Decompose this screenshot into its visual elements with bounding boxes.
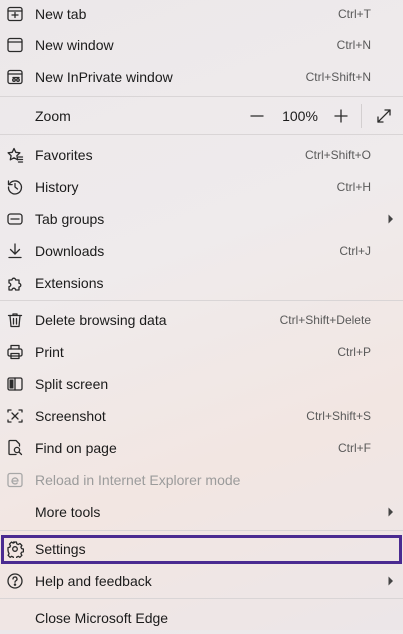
new-window-icon	[6, 36, 24, 54]
menu-label: New window	[35, 37, 114, 53]
tab-groups-icon	[6, 210, 24, 228]
menu-label: New tab	[35, 6, 87, 22]
menu-shortcut: Ctrl+F	[338, 441, 371, 455]
menu-item-screenshot[interactable]: Screenshot Ctrl+Shift+S	[0, 400, 403, 432]
menu-item-extensions[interactable]: Extensions	[0, 267, 403, 299]
browser-menu: New tab Ctrl+T New window Ctrl+N New InP…	[0, 0, 403, 630]
menu-label: History	[35, 179, 79, 195]
menu-shortcut: Ctrl+N	[336, 38, 371, 52]
menu-item-new-inprivate-window[interactable]: New InPrivate window Ctrl+Shift+N	[0, 61, 403, 93]
menu-label: Split screen	[35, 376, 109, 392]
menu-label: Delete browsing data	[35, 312, 167, 328]
inprivate-window-icon	[6, 68, 24, 86]
chevron-right-icon	[388, 214, 393, 224]
menu-item-reload-ie-mode: Reload in Internet Explorer mode	[0, 464, 403, 496]
menu-shortcut: Ctrl+Shift+S	[306, 409, 371, 423]
minus-icon	[250, 115, 264, 117]
menu-shortcut: Ctrl+H	[336, 180, 371, 194]
menu-item-history[interactable]: History Ctrl+H	[0, 171, 403, 203]
download-icon	[6, 242, 24, 260]
menu-label: New InPrivate window	[35, 69, 173, 85]
menu-shortcut: Ctrl+Shift+O	[304, 148, 371, 162]
zoom-divider	[361, 104, 362, 128]
favorites-star-icon	[6, 146, 24, 164]
menu-item-downloads[interactable]: Downloads Ctrl+J	[0, 235, 403, 267]
menu-label: Favorites	[35, 147, 93, 163]
new-tab-icon	[6, 5, 24, 23]
separator	[0, 96, 403, 97]
trash-icon	[6, 311, 24, 329]
menu-item-split-screen[interactable]: Split screen	[0, 368, 403, 400]
menu-label: Help and feedback	[35, 573, 152, 589]
separator	[0, 598, 403, 599]
menu-shortcut: Ctrl+T	[338, 7, 371, 21]
menu-shortcut: Ctrl+Shift+N	[305, 70, 371, 84]
menu-item-print[interactable]: Print Ctrl+P	[0, 336, 403, 368]
menu-label: Find on page	[35, 440, 117, 456]
extensions-puzzle-icon	[6, 274, 24, 292]
menu-item-favorites[interactable]: Favorites Ctrl+Shift+O	[0, 139, 403, 171]
menu-shortcut: Ctrl+J	[339, 244, 371, 258]
menu-label: Print	[35, 344, 64, 360]
menu-label: Downloads	[35, 243, 105, 259]
chevron-right-icon	[388, 507, 393, 517]
menu-item-new-window[interactable]: New window Ctrl+N	[0, 29, 403, 61]
menu-item-tab-groups[interactable]: Tab groups	[0, 203, 403, 235]
separator	[0, 530, 403, 531]
split-screen-icon	[6, 375, 24, 393]
menu-label: More tools	[35, 504, 101, 520]
help-question-icon	[6, 572, 24, 590]
chevron-right-icon	[388, 576, 393, 586]
zoom-in-button[interactable]	[329, 104, 353, 128]
zoom-label: Zoom	[35, 108, 71, 124]
screenshot-icon	[6, 407, 24, 425]
find-on-page-icon	[6, 439, 24, 457]
menu-label: Extensions	[35, 275, 104, 291]
fullscreen-icon	[377, 109, 391, 123]
zoom-row: Zoom 100%	[0, 99, 403, 133]
menu-shortcut: Ctrl+Shift+Delete	[279, 313, 371, 327]
zoom-out-button[interactable]	[245, 104, 269, 128]
history-icon	[6, 178, 24, 196]
fullscreen-button[interactable]	[372, 104, 396, 128]
plus-icon	[334, 109, 348, 123]
menu-item-close-microsoft-edge[interactable]: Close Microsoft Edge	[0, 602, 403, 634]
menu-label: Screenshot	[35, 408, 106, 424]
zoom-value: 100%	[282, 108, 318, 124]
settings-highlight-box	[1, 535, 402, 564]
menu-item-new-tab[interactable]: New tab Ctrl+T	[0, 0, 403, 30]
menu-item-find-on-page[interactable]: Find on page Ctrl+F	[0, 432, 403, 464]
separator	[0, 300, 403, 301]
menu-item-more-tools[interactable]: More tools	[0, 496, 403, 528]
menu-label: Close Microsoft Edge	[35, 610, 169, 626]
internet-explorer-icon	[6, 471, 24, 489]
menu-item-help-and-feedback[interactable]: Help and feedback	[0, 565, 403, 597]
printer-icon	[6, 343, 24, 361]
separator	[0, 134, 403, 135]
menu-label: Tab groups	[35, 211, 105, 227]
menu-label: Reload in Internet Explorer mode	[35, 472, 241, 488]
menu-item-delete-browsing-data[interactable]: Delete browsing data Ctrl+Shift+Delete	[0, 304, 403, 336]
menu-shortcut: Ctrl+P	[337, 345, 371, 359]
